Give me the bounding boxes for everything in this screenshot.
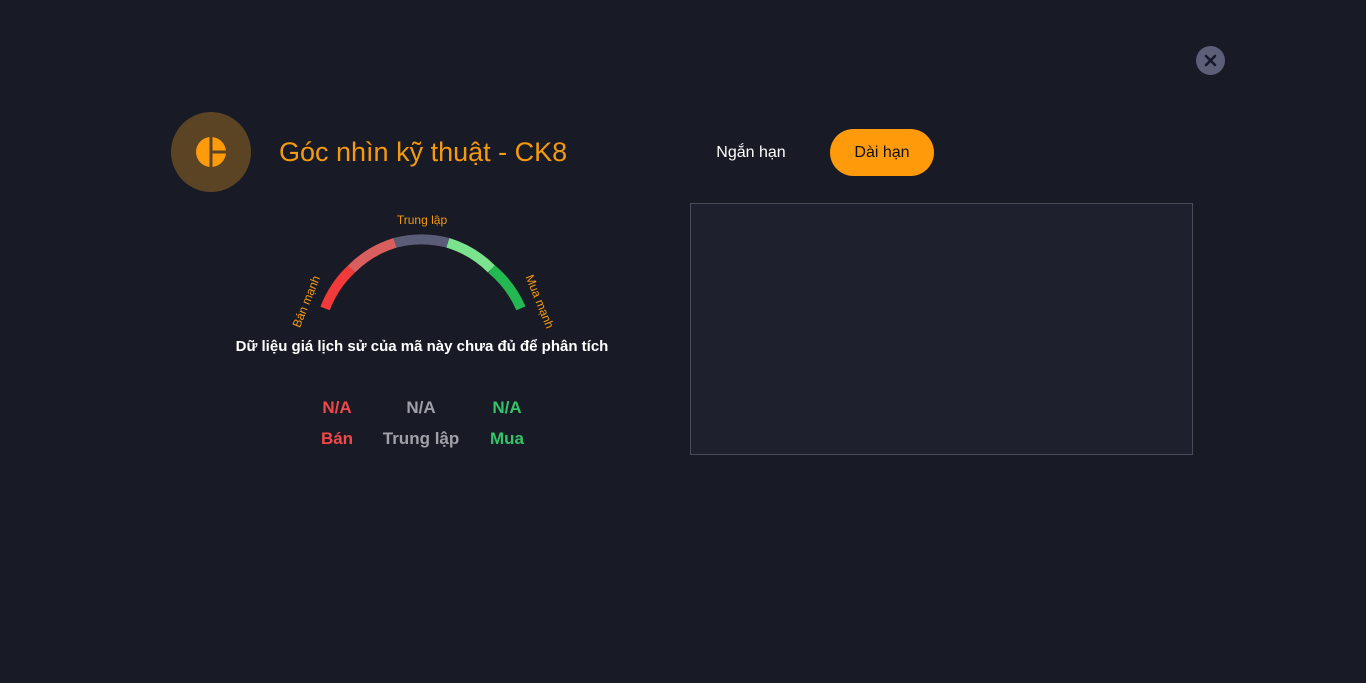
pie-chart-icon (196, 136, 228, 168)
sentiment-gauge: Trung lập Bán mạnh Mua mạnh (290, 213, 557, 331)
tab-short-term[interactable]: Ngắn hạn (698, 129, 804, 176)
summary-neutral: N/A Trung lập (371, 397, 471, 450)
buy-label: Mua (490, 429, 524, 448)
close-icon (1204, 54, 1217, 67)
buy-count: N/A (492, 398, 522, 417)
logo-badge (171, 112, 251, 192)
close-button[interactable] (1196, 46, 1225, 75)
gauge-label-strong-sell: Bán mạnh (290, 274, 323, 330)
gauge-segment-sell (347, 238, 397, 273)
neutral-count: N/A (406, 398, 436, 417)
gauge-segment-strong-buy (488, 265, 526, 311)
summary-buy: N/A Mua (457, 397, 557, 450)
chart-panel (690, 203, 1193, 455)
gauge-label-neutral: Trung lập (397, 213, 448, 227)
insufficient-data-message: Dữ liệu giá lịch sử của mã này chưa đủ đ… (235, 338, 609, 355)
tab-long-term[interactable]: Dài hạn (830, 129, 934, 176)
gauge-segment-neutral (393, 234, 450, 248)
gauge-label-strong-buy: Mua mạnh (523, 273, 557, 331)
page-title: Góc nhìn kỹ thuật - CK8 (279, 137, 568, 167)
neutral-label: Trung lập (382, 429, 460, 448)
technical-view-modal: Góc nhìn kỹ thuật - CK8 Ngắn hạn Dài hạn… (0, 0, 1366, 683)
gauge-segment-buy (446, 238, 496, 273)
gauge-segment-strong-sell (320, 265, 356, 311)
